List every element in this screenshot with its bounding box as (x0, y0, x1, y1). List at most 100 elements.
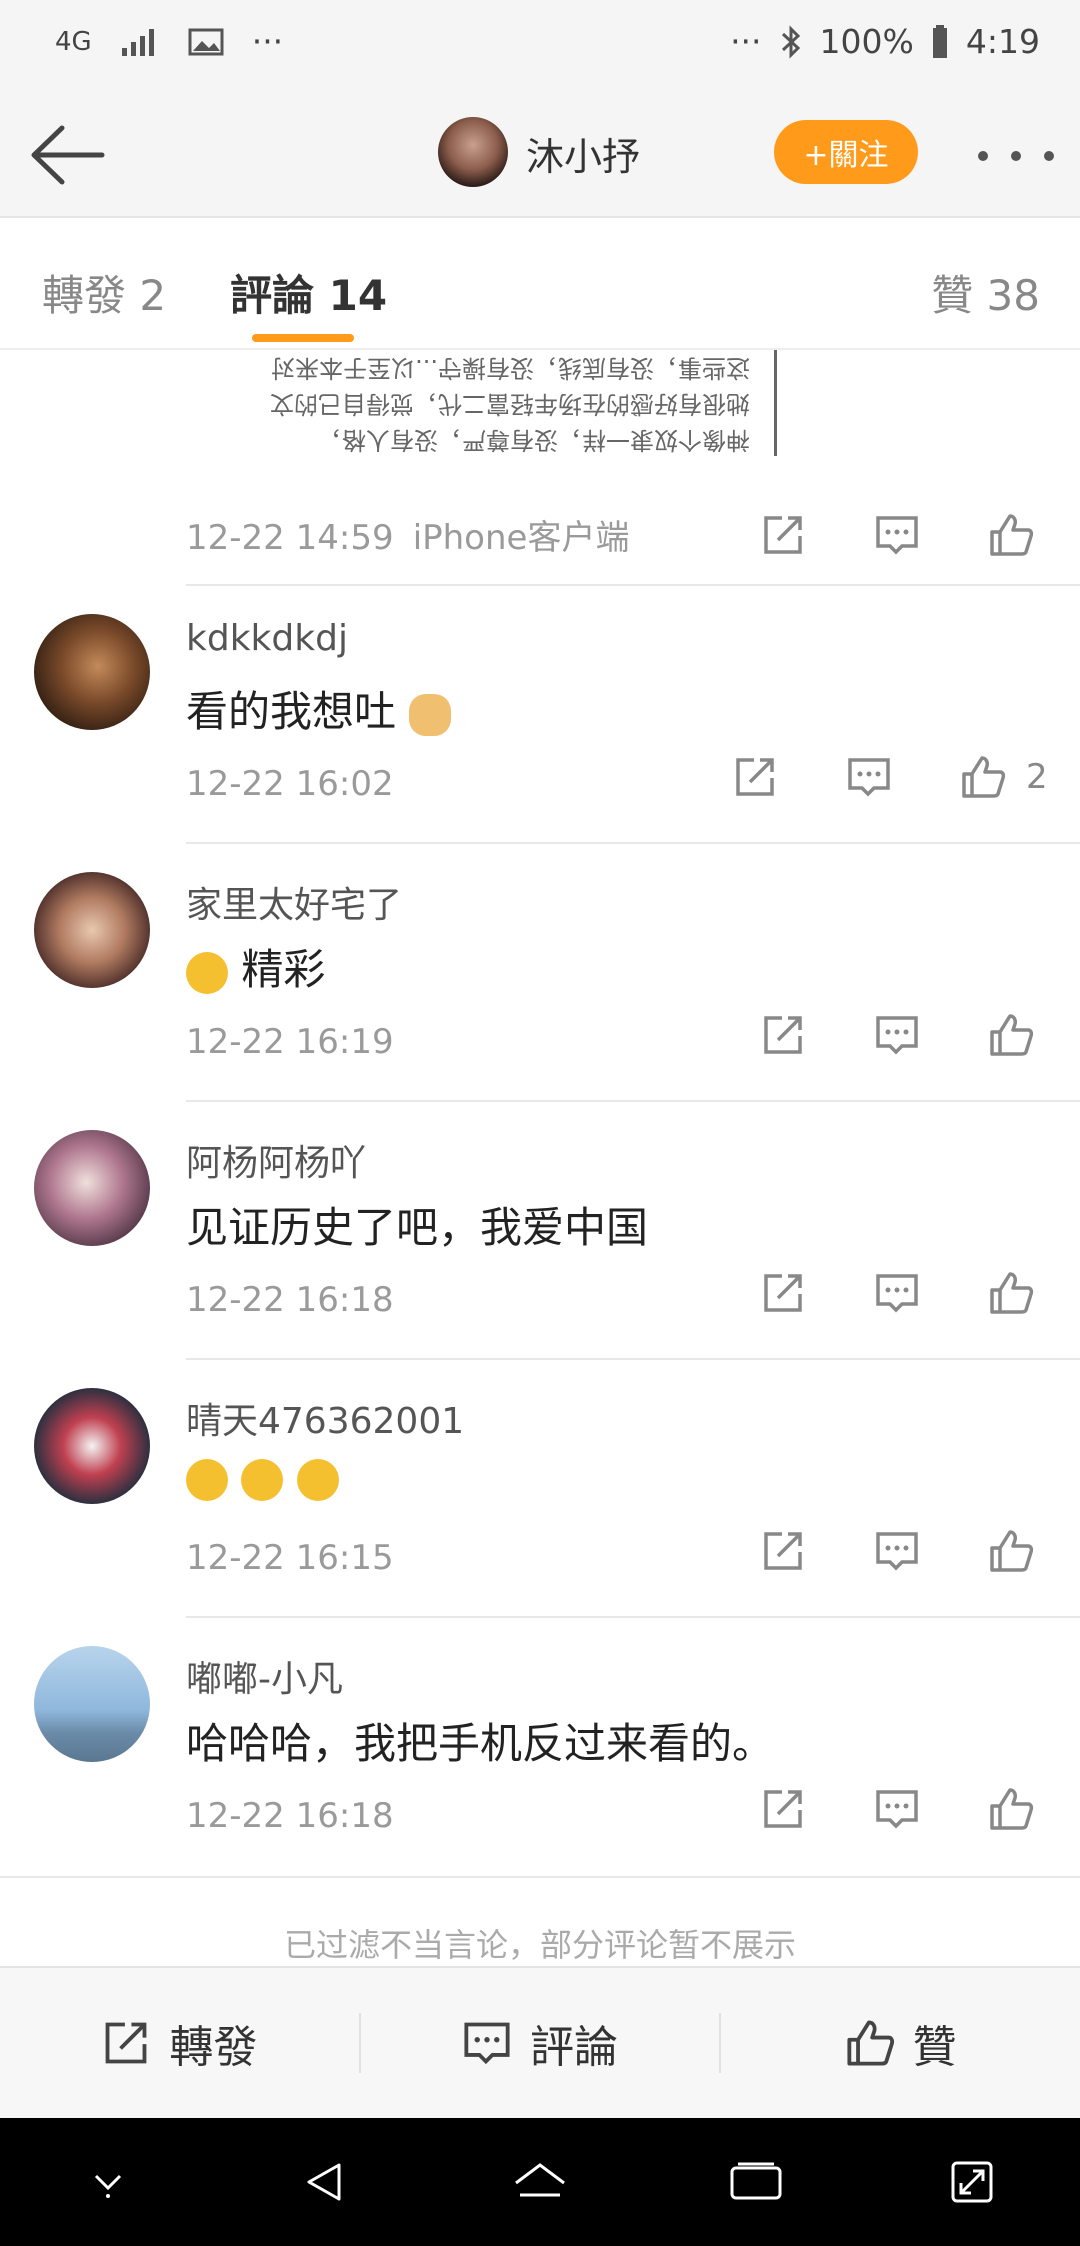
commenter-name[interactable]: kdkkdkdj (186, 618, 348, 659)
active-tab-indicator (252, 334, 354, 342)
tab-comments[interactable]: 評論 14 (230, 262, 387, 323)
comment-time: 12-22 16:18 (186, 1796, 394, 1836)
repost-button[interactable]: 轉發 (0, 1968, 359, 2118)
hide-keyboard-button[interactable] (68, 2142, 148, 2222)
post-image-line: 神像个奴隶一样，没有尊严，没有人格， (318, 426, 750, 454)
like-icon[interactable] (988, 512, 1034, 558)
post-actions (760, 512, 1034, 558)
tab-likes[interactable]: 贊 38 (931, 262, 1040, 323)
reply-icon[interactable] (874, 1528, 920, 1574)
rotate-button[interactable] (932, 2142, 1012, 2222)
commenter-avatar[interactable] (34, 1130, 150, 1246)
repost-icon[interactable] (760, 1012, 806, 1058)
like-icon[interactable] (988, 1528, 1034, 1574)
cover-eyes-emoji-icon (296, 1458, 339, 1501)
like-control[interactable]: 2 (960, 754, 1048, 800)
like-label: 贊 (912, 2022, 957, 2073)
repost-icon[interactable] (732, 754, 778, 800)
follow-button[interactable]: +關注 (774, 120, 918, 184)
clock: 4:19 (965, 22, 1040, 61)
commenter-avatar[interactable] (34, 1388, 150, 1504)
commenter-avatar[interactable] (34, 614, 150, 730)
home-button[interactable] (500, 2142, 580, 2222)
reply-icon[interactable] (874, 1012, 920, 1058)
reply-icon[interactable] (846, 754, 892, 800)
comment-icon (464, 2022, 510, 2065)
post-image-partial[interactable]: 神像个奴隶一样，没有尊严，没有人格， 她很有好感的在场年轻富二代，觉得自己的文 … (220, 350, 780, 460)
commenter-name[interactable]: 阿杨阿杨吖 (186, 1134, 366, 1186)
comment-item: kdkkdkdj 看的我想吐 12-22 16:02 2 (0, 586, 1080, 844)
like-icon[interactable] (988, 1786, 1034, 1832)
status-more-left: ··· (251, 22, 284, 61)
like-icon[interactable] (988, 1270, 1034, 1316)
comment-time: 12-22 16:19 (186, 1022, 394, 1062)
status-bar: 4G ··· ··· 100% 4:19 (0, 0, 1080, 92)
post-image-line: 她很有好感的在场年轻富二代，觉得自己的文 (270, 390, 750, 418)
cover-eyes-emoji-icon (186, 1458, 228, 1501)
comment-text-content: 看的我想吐 (186, 687, 397, 736)
bottom-action-bar: 轉發 評論 贊 (0, 1966, 1080, 2118)
post-meta: 12-22 14:59 iPhone客户端 (186, 510, 629, 559)
reply-icon[interactable] (874, 1270, 920, 1316)
recent-apps-button[interactable] (716, 2142, 796, 2222)
repost-icon (105, 2022, 147, 2064)
rotate-icon (951, 2161, 993, 2203)
back-button[interactable] (284, 2142, 364, 2222)
back-arrow-icon[interactable] (28, 120, 108, 190)
tab-reposts[interactable]: 轉發 2 (42, 262, 166, 323)
commenter-avatar[interactable] (34, 872, 150, 988)
back-triangle-icon (307, 2163, 341, 2201)
comment-item: 家里太好宅了 精彩 12-22 16:19 (0, 844, 1080, 1102)
comment-text: 哈哈哈，我把手机反过来看的。 (186, 1719, 775, 1768)
author-avatar[interactable] (438, 117, 508, 187)
cover-eyes-emoji-icon (241, 1458, 284, 1501)
image-icon (188, 28, 224, 55)
signal-icon (121, 28, 154, 56)
like-icon[interactable] (988, 1012, 1034, 1058)
comment-text: 精彩 (186, 936, 325, 997)
repost-label: 轉發 (169, 2022, 258, 2073)
filtered-notice: 已过滤不当言论，部分评论暂不展示 (283, 1926, 796, 1964)
chevron-down-icon (94, 2174, 122, 2198)
comment-text-content: 精彩 (241, 945, 326, 994)
repost-icon[interactable] (760, 1786, 806, 1832)
bluetooth-icon (781, 24, 800, 59)
commenter-name[interactable]: 家里太好宅了 (186, 876, 402, 928)
commenter-avatar[interactable] (34, 1646, 150, 1762)
recent-apps-icon (730, 2162, 782, 2200)
like-count: 2 (1026, 757, 1048, 797)
reply-icon[interactable] (874, 1786, 920, 1832)
comment-button[interactable]: 評論 (361, 1968, 720, 2118)
image-border (774, 350, 777, 456)
cat-emoji-icon (409, 693, 452, 736)
divider (0, 1876, 1080, 1878)
commenter-name[interactable]: 嘟嘟-小凡 (186, 1650, 343, 1702)
tab-bar: 轉發 2 評論 14 贊 38 (0, 218, 1080, 350)
comment-time: 12-22 16:15 (186, 1538, 394, 1578)
top-navigation: 沐小抒 +關注 (0, 92, 1080, 218)
comment-text: 见证历史了吧，我爱中国 (186, 1203, 649, 1252)
comment-actions (760, 1528, 1034, 1574)
comment-time: 12-22 16:18 (186, 1280, 394, 1320)
post-time: 12-22 14:59 (186, 518, 394, 558)
repost-icon[interactable] (760, 1270, 806, 1316)
comment-label: 評論 (530, 2022, 618, 2073)
like-icon (847, 2020, 894, 2066)
comment-item: 晴天476362001 12-22 16:15 (0, 1360, 1080, 1618)
comment-text: 看的我想吐 (186, 678, 452, 739)
battery-icon (932, 24, 947, 58)
like-icon[interactable] (960, 754, 1006, 800)
author-name[interactable]: 沐小抒 (526, 126, 640, 181)
like-button[interactable]: 贊 (721, 1968, 1080, 2118)
more-options-button[interactable] (978, 136, 1054, 176)
post-image-text: 神像个奴隶一样，没有尊严，没有人格， 她很有好感的在场年轻富二代，觉得自己的文 … (230, 350, 750, 458)
comment-item: 阿杨阿杨吖 见证历史了吧，我爱中国 12-22 16:18 (0, 1102, 1080, 1360)
repost-icon[interactable] (760, 1528, 806, 1574)
comment-actions (760, 1270, 1034, 1316)
network-indicator: 4G (55, 26, 92, 57)
commenter-name[interactable]: 晴天476362001 (186, 1392, 464, 1444)
repost-icon[interactable] (760, 512, 806, 558)
comment-item: 嘟嘟-小凡 哈哈哈，我把手机反过来看的。 12-22 16:18 (0, 1618, 1080, 1876)
post-source: iPhone客户端 (412, 518, 630, 558)
comment-icon[interactable] (874, 512, 920, 558)
